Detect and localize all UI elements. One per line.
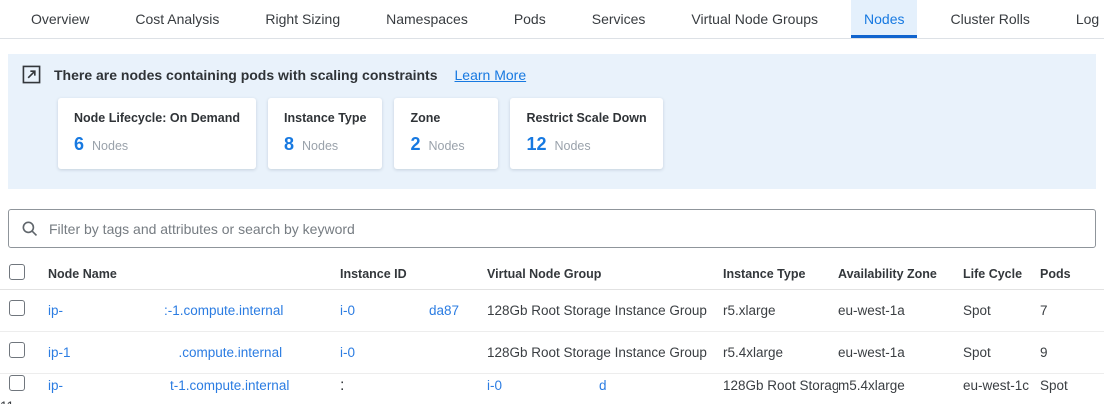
table-row: ip-1.compute.internal i-0 128Gb Root Sto… <box>0 332 1104 374</box>
col-instance-type: Instance Type <box>723 267 838 281</box>
card-instance-type[interactable]: Instance Type 8 Nodes <box>268 98 382 169</box>
card-count: 8 <box>284 134 294 155</box>
table-row: ip-t-1.compute.internal : i-0d 128Gb Roo… <box>0 374 1104 404</box>
col-life-cycle: Life Cycle <box>963 267 1040 281</box>
col-pods: Pods <box>1040 267 1104 281</box>
search-input[interactable] <box>49 221 1083 237</box>
instance-type-cell: r5.4xlarge <box>723 345 838 360</box>
banner-message: There are nodes containing pods with sca… <box>54 67 438 83</box>
pods-cell: 11 <box>0 399 48 404</box>
card-node-lifecycle[interactable]: Node Lifecycle: On Demand 6 Nodes <box>58 98 256 169</box>
tab-pods[interactable]: Pods <box>501 0 559 38</box>
tab-namespaces[interactable]: Namespaces <box>373 0 481 38</box>
card-count: 12 <box>526 134 546 155</box>
life-cycle-cell: Spot <box>963 303 1040 318</box>
card-title: Zone <box>410 111 482 125</box>
card-unit: Nodes <box>302 139 338 153</box>
card-unit: Nodes <box>92 139 128 153</box>
tab-services[interactable]: Services <box>579 0 659 38</box>
pods-cell: 7 <box>1040 303 1104 318</box>
table-row: ip-:-1.compute.internal i-0da87 128Gb Ro… <box>0 290 1104 332</box>
redaction-block <box>502 378 599 394</box>
table-header-row: Node Name Instance ID Virtual Node Group… <box>0 259 1104 290</box>
card-title: Node Lifecycle: On Demand <box>74 111 240 125</box>
col-instance-id: Instance ID <box>340 267 487 281</box>
redaction-block <box>71 345 179 361</box>
life-cycle-cell: Spot <box>1040 378 1104 393</box>
tab-cluster-rolls[interactable]: Cluster Rolls <box>937 0 1042 38</box>
availability-zone-cell: eu-west-1c <box>963 378 1040 393</box>
tab-cost-analysis[interactable]: Cost Analysis <box>122 0 232 38</box>
select-all-checkbox[interactable] <box>9 264 25 280</box>
tab-bar: Overview Cost Analysis Right Sizing Name… <box>0 0 1104 39</box>
scaling-constraint-icon <box>22 65 41 84</box>
search-icon <box>21 220 39 238</box>
virtual-node-group-cell: 128Gb Root Storage Instance Group <box>487 303 723 318</box>
instance-type-cell: r5.xlarge <box>723 303 838 318</box>
redaction-block <box>63 303 164 319</box>
card-count: 6 <box>74 134 84 155</box>
tab-log[interactable]: Log <box>1063 0 1104 38</box>
learn-more-link[interactable]: Learn More <box>455 67 527 83</box>
virtual-node-group-cell: 128Gb Root Storage Instance Group <box>723 378 838 393</box>
card-title: Instance Type <box>284 111 366 125</box>
nodes-table: Node Name Instance ID Virtual Node Group… <box>0 259 1104 404</box>
scaling-constraints-banner: There are nodes containing pods with sca… <box>8 54 1096 189</box>
card-title: Restrict Scale Down <box>526 111 646 125</box>
redaction-block <box>355 345 465 361</box>
card-zone[interactable]: Zone 2 Nodes <box>394 98 498 169</box>
pods-cell: 9 <box>1040 345 1104 360</box>
card-restrict-scale-down[interactable]: Restrict Scale Down 12 Nodes <box>510 98 662 169</box>
row-checkbox[interactable] <box>9 300 25 316</box>
filter-search-bar[interactable] <box>8 209 1096 248</box>
tab-right-sizing[interactable]: Right Sizing <box>252 0 353 38</box>
constraint-cards: Node Lifecycle: On Demand 6 Nodes Instan… <box>58 98 1082 169</box>
instance-id-link[interactable]: i-0da87 <box>340 303 487 319</box>
tab-nodes[interactable]: Nodes <box>851 0 917 38</box>
col-virtual-node-group: Virtual Node Group <box>487 267 723 281</box>
instance-id-link[interactable]: i-0d <box>487 378 723 394</box>
node-name-link[interactable]: ip-t-1.compute.internal <box>48 378 340 394</box>
tab-overview[interactable]: Overview <box>18 0 102 38</box>
row-checkbox[interactable] <box>9 375 25 391</box>
col-availability-zone: Availability Zone <box>838 267 963 281</box>
node-name-link[interactable]: ip-:-1.compute.internal <box>48 303 340 319</box>
redaction-block <box>63 378 170 394</box>
card-unit: Nodes <box>428 139 464 153</box>
availability-zone-cell: eu-west-1a <box>838 345 963 360</box>
card-count: 2 <box>410 134 420 155</box>
availability-zone-cell: eu-west-1a <box>838 303 963 318</box>
life-cycle-cell: Spot <box>963 345 1040 360</box>
node-name-link[interactable]: ip-1.compute.internal <box>48 345 340 361</box>
tab-virtual-node-groups[interactable]: Virtual Node Groups <box>678 0 831 38</box>
col-node-name: Node Name <box>48 267 340 281</box>
instance-id-link[interactable]: i-0 <box>340 345 487 361</box>
card-unit: Nodes <box>554 139 590 153</box>
instance-type-cell: m5.4xlarge <box>838 378 963 393</box>
virtual-node-group-cell: 128Gb Root Storage Instance Group <box>487 345 723 360</box>
redaction-block <box>355 303 429 319</box>
row-checkbox[interactable] <box>9 342 25 358</box>
